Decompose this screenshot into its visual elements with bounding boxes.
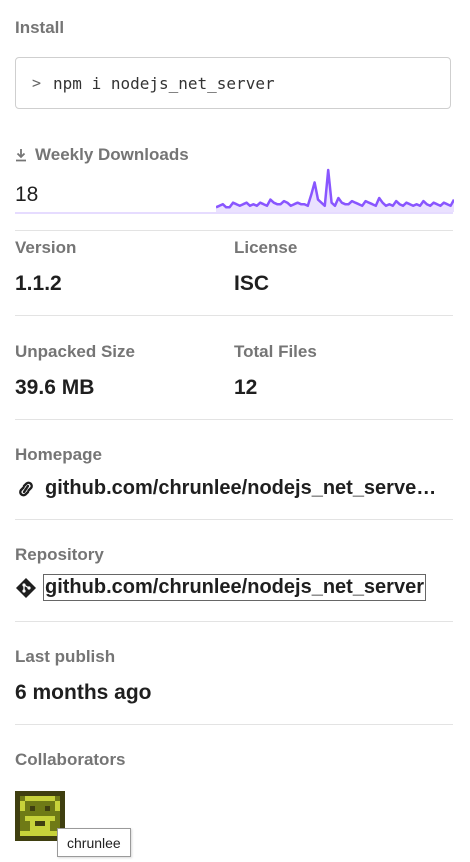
divider — [15, 419, 453, 420]
git-icon — [16, 577, 36, 598]
sparkline-line — [216, 168, 454, 209]
license-value: ISC — [234, 272, 270, 295]
version-label: Version — [15, 238, 77, 257]
link-icon — [19, 481, 33, 496]
homepage-url: github.com/chrunlee/nodejs_net_serve… — [45, 477, 437, 499]
install-label: Install — [15, 18, 65, 37]
prompt-icon: > — [32, 74, 42, 92]
divider — [15, 519, 453, 520]
divider — [15, 315, 453, 316]
divider — [15, 230, 453, 231]
last-publish-value: 6 months ago — [15, 681, 152, 704]
repository-label: Repository — [15, 545, 104, 564]
download-icon — [16, 149, 26, 162]
weekly-downloads-count: 18 — [15, 183, 39, 206]
repository-url: github.com/chrunlee/nodejs_net_server — [43, 574, 426, 601]
collaborator-tooltip: chrunlee — [57, 828, 131, 857]
total-files-label: Total Files — [234, 342, 317, 361]
total-files-value: 12 — [234, 376, 258, 399]
divider — [15, 621, 453, 622]
license-label: License — [234, 238, 298, 257]
unpacked-size-value: 39.6 MB — [15, 376, 95, 399]
install-command-box[interactable]: > npm i nodejs_net_server — [15, 57, 451, 109]
repository-link[interactable]: github.com/chrunlee/nodejs_net_server — [15, 574, 426, 601]
weekly-downloads-label: Weekly Downloads — [15, 145, 189, 165]
homepage-label: Homepage — [15, 445, 102, 464]
weekly-downloads-text: Weekly Downloads — [35, 145, 189, 164]
last-publish-label: Last publish — [15, 647, 116, 666]
collaborators-label: Collaborators — [15, 750, 126, 769]
install-command: npm i nodejs_net_server — [53, 73, 275, 93]
homepage-link[interactable]: github.com/chrunlee/nodejs_net_serve… — [15, 477, 436, 500]
divider — [15, 724, 453, 725]
downloads-sparkline[interactable] — [216, 164, 454, 214]
unpacked-size-label: Unpacked Size — [15, 342, 135, 361]
version-value: 1.1.2 — [15, 272, 62, 295]
